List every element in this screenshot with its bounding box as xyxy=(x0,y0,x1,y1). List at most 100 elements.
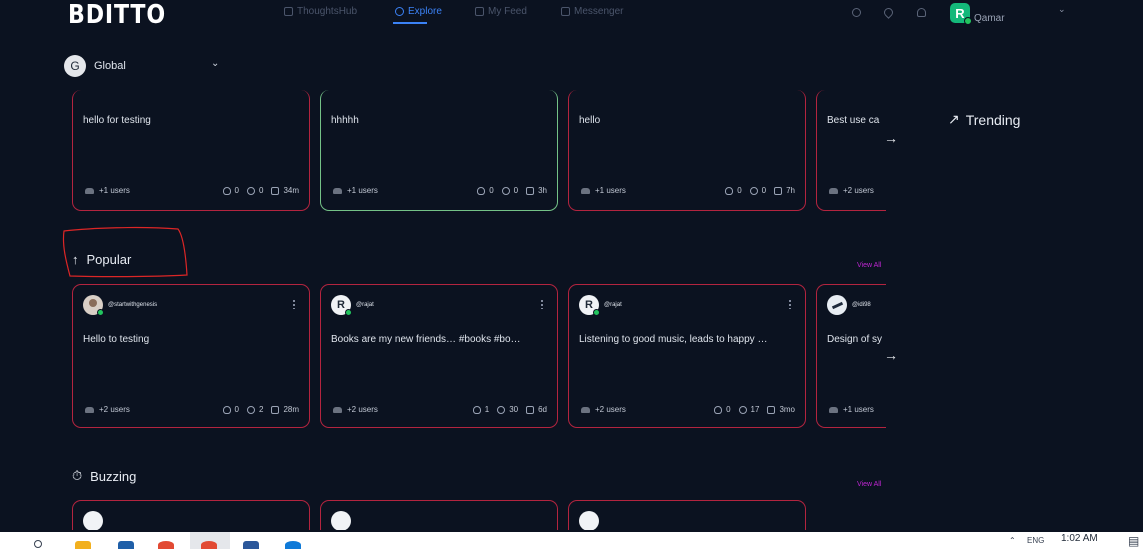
heart-icon[interactable] xyxy=(472,405,481,414)
file-explorer-icon[interactable] xyxy=(75,541,91,549)
users-count: +2 users xyxy=(843,186,874,195)
brand-logo[interactable]: BDITTO xyxy=(68,0,166,30)
heart-icon[interactable] xyxy=(222,186,231,195)
comment-icon[interactable] xyxy=(749,186,758,195)
post-users: +2 users xyxy=(829,186,874,195)
section-title: Buzzing xyxy=(90,468,137,484)
post-author[interactable]: @startwithgenesis xyxy=(83,295,158,316)
scope-label: Global xyxy=(94,60,126,72)
chevron-down-icon[interactable]: ⌄ xyxy=(1058,4,1066,15)
post-author[interactable]: R @rajat xyxy=(579,295,622,316)
system-clock[interactable]: 1:02 AM xyxy=(1061,533,1098,544)
post-card[interactable]: @startwithgenesis Hello to testing +2 us… xyxy=(72,284,310,428)
post-age: 7h xyxy=(786,186,795,195)
more-options-icon[interactable] xyxy=(789,299,791,309)
bell-icon[interactable] xyxy=(917,8,926,17)
trending-link[interactable]: ↗ Trending xyxy=(948,111,1020,128)
author-handle: @rajat xyxy=(356,302,374,308)
comment-icon[interactable] xyxy=(501,186,510,195)
flame-icon: ⏱ xyxy=(72,468,83,483)
post-stats: 0 0 3h xyxy=(477,186,547,195)
post-stats: 0 0 34m xyxy=(222,186,299,195)
store-icon[interactable] xyxy=(118,541,134,549)
word-icon[interactable] xyxy=(243,541,259,549)
search-icon[interactable] xyxy=(852,8,861,17)
heart-icon[interactable] xyxy=(222,405,231,414)
post-age: 3h xyxy=(538,186,547,195)
online-status-dot xyxy=(97,309,104,316)
post-card[interactable]: hello for testing +1 users 0 0 34m xyxy=(72,90,310,211)
trending-arrow-icon: ↗ xyxy=(948,111,960,127)
users-icon xyxy=(581,406,590,413)
heart-icon[interactable] xyxy=(725,186,734,195)
chrome-icon[interactable] xyxy=(158,541,174,549)
likes-count: 0 xyxy=(234,186,239,195)
post-card[interactable]: @idi98 Design of sy +1 users xyxy=(816,284,886,428)
scope-selector[interactable]: G Global ⌄ xyxy=(64,55,219,77)
post-card[interactable]: R @rajat Listening to good music, leads … xyxy=(568,284,806,428)
author-handle: @startwithgenesis xyxy=(108,302,158,308)
top-nav: BDITTO ThoughtsHub Explore My Feed Messe… xyxy=(0,0,1143,34)
user-initial: R xyxy=(955,5,965,21)
likes-count: 0 xyxy=(234,405,239,414)
chevron-up-icon[interactable]: ⌃ xyxy=(1009,536,1016,545)
carousel-next-icon[interactable]: → xyxy=(884,130,898,146)
notification-icon[interactable]: ▤ xyxy=(1128,534,1139,548)
heart-icon[interactable] xyxy=(714,405,723,414)
post-stats: 1 30 6d xyxy=(472,405,547,414)
comment-icon[interactable] xyxy=(246,405,255,414)
author-avatar: R xyxy=(331,295,352,316)
tab-explore[interactable]: Explore xyxy=(395,6,442,17)
clock-icon xyxy=(774,186,783,195)
chrome-icon[interactable] xyxy=(201,541,217,549)
comments-count: 0 xyxy=(513,186,519,195)
author-handle: @idi98 xyxy=(852,302,871,308)
post-card[interactable] xyxy=(72,500,310,530)
comment-icon[interactable] xyxy=(246,186,255,195)
message-icon xyxy=(561,7,570,16)
tab-messenger[interactable]: Messenger xyxy=(561,6,623,17)
post-text: Listening to good music, leads to happy … xyxy=(579,334,768,345)
os-taskbar: ⌃ ENG 1:02 AM ▤ xyxy=(0,532,1143,549)
post-users: +1 users xyxy=(85,186,130,195)
tab-my-feed[interactable]: My Feed xyxy=(475,6,527,17)
user-avatar[interactable]: R xyxy=(950,3,972,25)
popular-view-all-link[interactable]: View All xyxy=(857,262,881,269)
search-icon[interactable] xyxy=(34,540,42,548)
tab-label: Messenger xyxy=(574,6,624,17)
comments-count: 2 xyxy=(258,405,264,414)
author-avatar xyxy=(579,511,599,530)
tab-thoughtshub[interactable]: ThoughtsHub xyxy=(284,6,357,17)
user-name[interactable]: Qamar xyxy=(974,13,1005,24)
users-icon xyxy=(581,187,590,194)
post-card[interactable] xyxy=(568,500,806,530)
post-card[interactable]: hhhhh +1 users 0 0 3h xyxy=(320,90,558,211)
post-card[interactable] xyxy=(320,500,558,530)
author-avatar xyxy=(827,295,847,315)
likes-count: 0 xyxy=(737,186,742,195)
location-icon[interactable] xyxy=(882,6,895,19)
post-age: 34m xyxy=(283,186,299,195)
edge-icon[interactable] xyxy=(285,541,301,549)
post-card[interactable]: R @rajat Books are my new friends… #book… xyxy=(320,284,558,428)
buzzing-view-all-link[interactable]: View All xyxy=(857,481,881,488)
users-icon xyxy=(829,406,838,413)
post-author[interactable]: @idi98 xyxy=(827,295,871,315)
more-options-icon[interactable] xyxy=(293,299,295,309)
language-indicator[interactable]: ENG xyxy=(1027,536,1044,545)
clock-icon xyxy=(526,186,535,195)
post-stats: 0 2 28m xyxy=(222,405,299,414)
heart-icon[interactable] xyxy=(477,186,486,195)
post-card[interactable]: hello +1 users 0 0 7h xyxy=(568,90,806,211)
comment-icon[interactable] xyxy=(738,405,747,414)
post-card[interactable]: Best use ca +2 users xyxy=(816,90,886,211)
post-stats: 0 0 7h xyxy=(725,186,795,195)
more-options-icon[interactable] xyxy=(541,299,543,309)
post-author[interactable]: R @rajat xyxy=(331,295,374,316)
users-count: +2 users xyxy=(99,405,130,414)
carousel-next-icon[interactable]: → xyxy=(884,347,898,363)
comment-icon[interactable] xyxy=(497,405,506,414)
trending-label: Trending xyxy=(965,111,1021,128)
comments-count: 0 xyxy=(258,186,264,195)
users-icon xyxy=(829,187,838,194)
